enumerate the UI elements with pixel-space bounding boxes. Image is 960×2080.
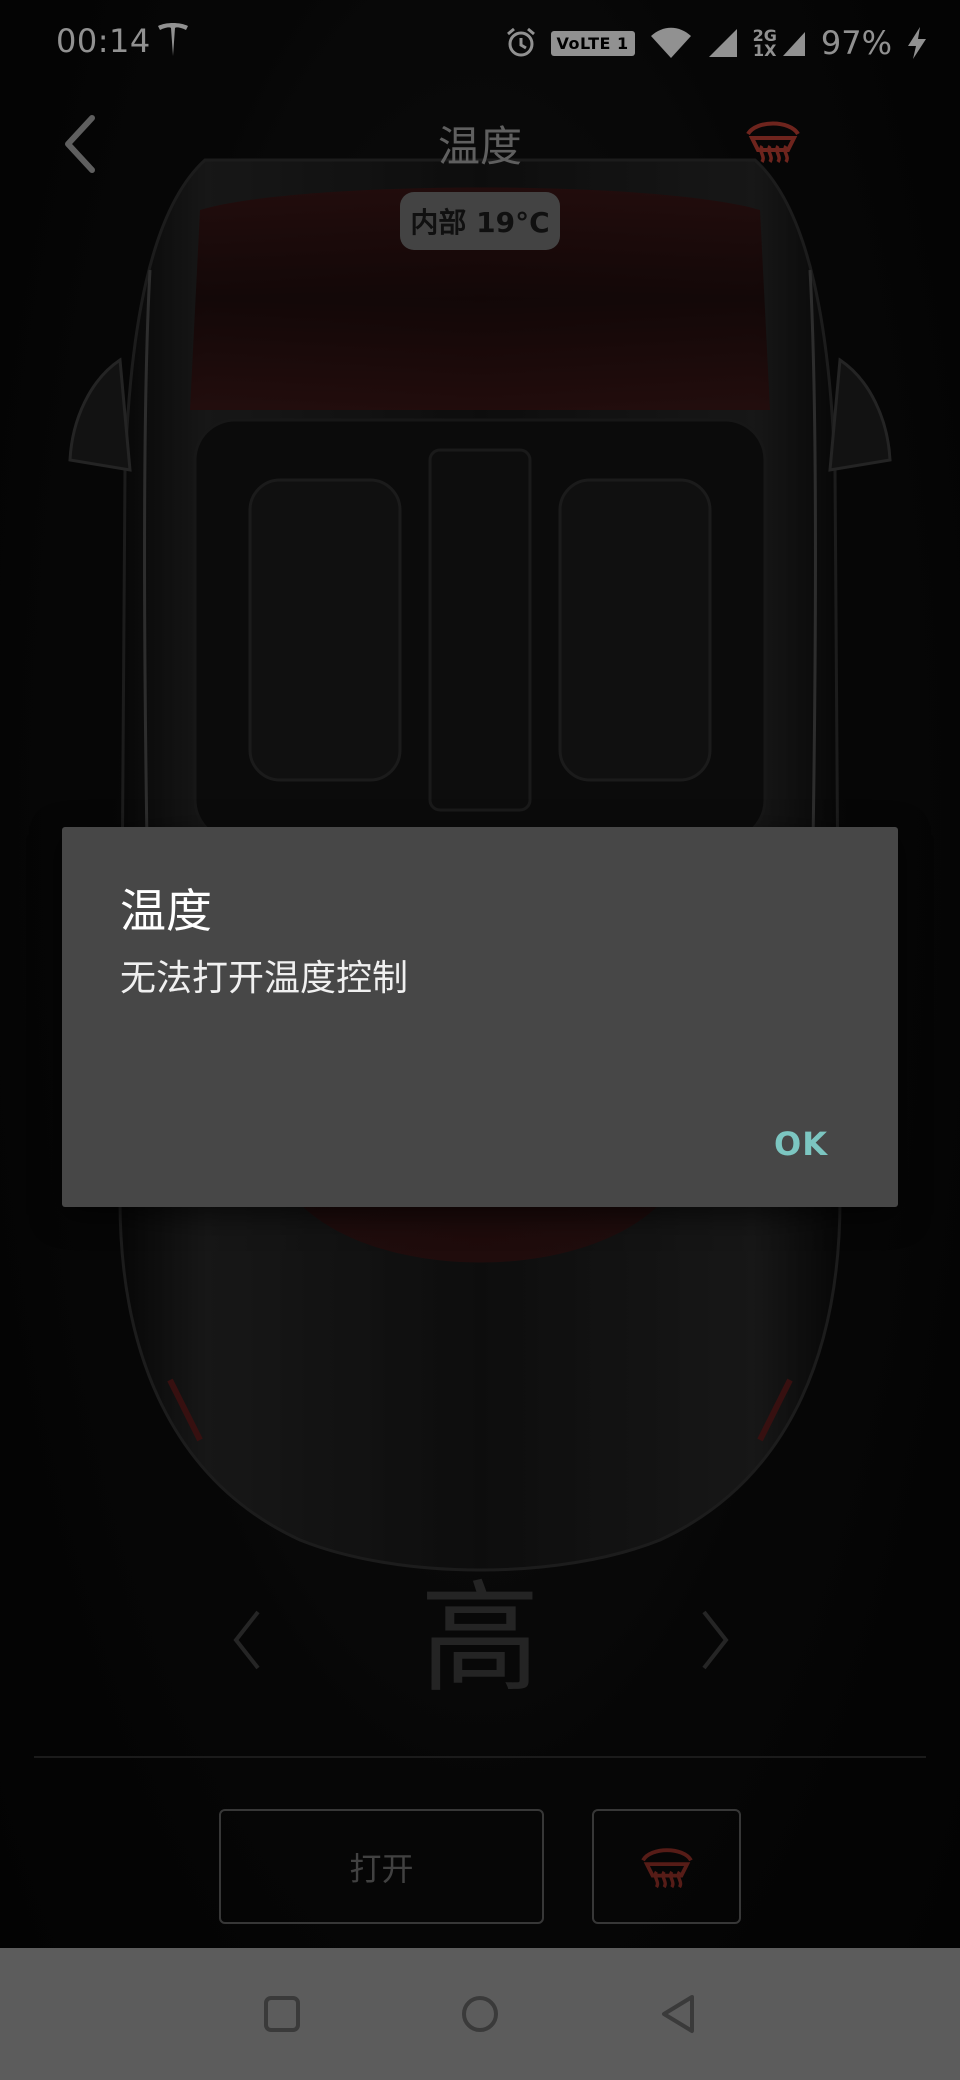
- recent-apps-button[interactable]: [252, 1984, 312, 2044]
- recent-apps-icon: [264, 1996, 300, 2032]
- dialog-title: 温度: [120, 884, 212, 938]
- alert-dialog: 温度 无法打开温度控制 OK: [62, 827, 898, 1207]
- dialog-message: 无法打开温度控制: [120, 958, 409, 999]
- screen: 00:14 VoLTE 1 2G 1X 97% 温度 内部 19°C 高 打开 …: [0, 0, 960, 2080]
- ok-button[interactable]: OK: [762, 1117, 840, 1171]
- navigation-bar: [0, 1948, 960, 2080]
- home-icon: [462, 1996, 498, 2032]
- back-icon: [662, 1995, 694, 2033]
- back-nav-button[interactable]: [648, 1984, 708, 2044]
- home-button[interactable]: [450, 1984, 510, 2044]
